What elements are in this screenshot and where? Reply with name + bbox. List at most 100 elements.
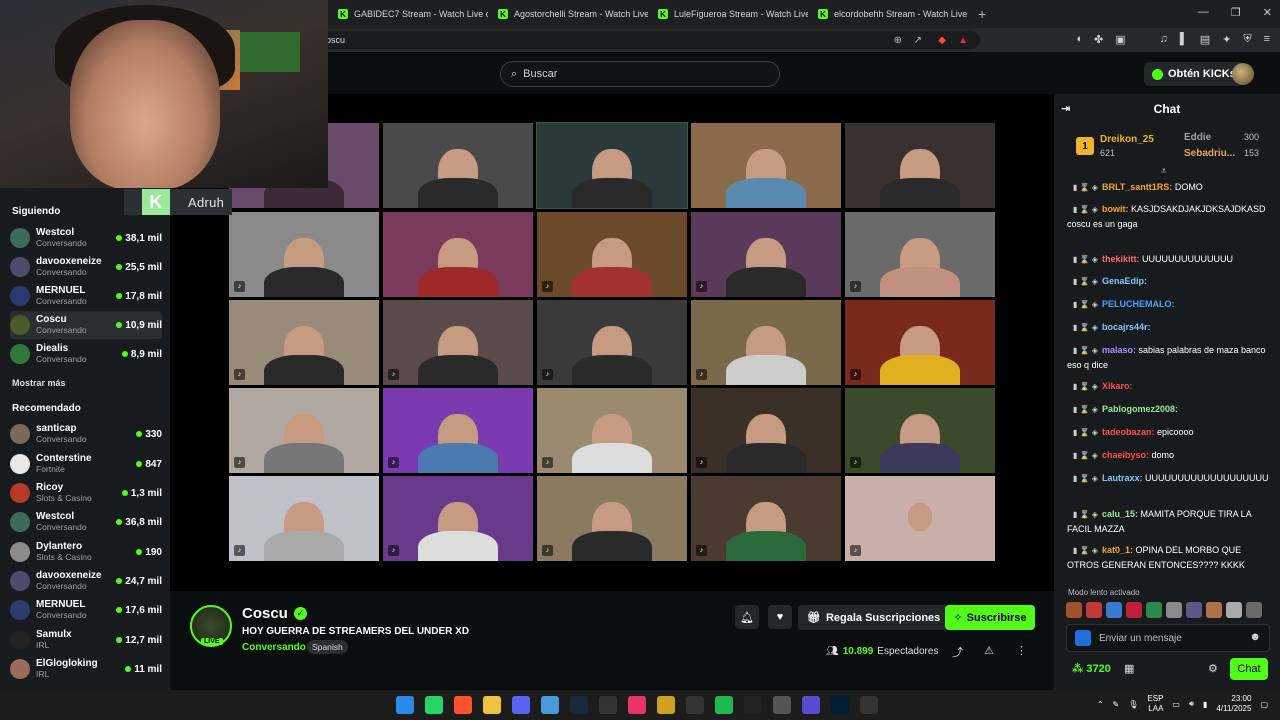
close-window-icon[interactable]: ✕ [1263, 6, 1272, 19]
emote-icon[interactable] [1246, 602, 1262, 618]
emote-icon[interactable] [1086, 602, 1102, 618]
sidebar-item-davooxeneize[interactable]: davooxeneize Conversando 25,5 mil [10, 253, 162, 281]
sidebar-item-ricoy[interactable]: Ricoy Slots & Casino 1,3 mil [10, 479, 162, 507]
mic-icon[interactable]: 🎙︎ [1128, 700, 1138, 709]
discord-icon[interactable] [512, 696, 530, 714]
app-icon[interactable] [860, 696, 878, 714]
chat-input[interactable] [1099, 632, 1239, 644]
sidebar-item-westcol-rec[interactable]: Westcol Conversando 36,8 mil [10, 508, 162, 536]
chevron-up-icon[interactable]: ⌃ [1097, 700, 1104, 709]
app-icon[interactable] [773, 696, 791, 714]
sidebar-item-diealis[interactable]: Diealis Conversando 8,9 mil [10, 340, 162, 368]
subscribe-button[interactable]: ✧ Suscribirse [945, 605, 1035, 630]
expand-leaderboard-icon[interactable]: ⩡ [1161, 166, 1167, 177]
obs-icon[interactable] [802, 696, 820, 714]
photoshop-icon[interactable] [831, 696, 849, 714]
sidebar-item-coscu[interactable]: Coscu Conversando 10,9 mil [10, 311, 162, 339]
browser-tab[interactable]: Kelcordobehh Stream - Watch Live on✕ [808, 0, 968, 28]
chat-username[interactable]: GenaEdip: [1102, 276, 1147, 286]
capcut-icon[interactable] [686, 696, 704, 714]
show-more-link[interactable]: Mostrar más [12, 378, 66, 388]
chat-send-button[interactable]: Chat [1230, 658, 1268, 680]
user-avatar[interactable] [1232, 63, 1254, 85]
search-input[interactable] [523, 68, 764, 80]
notifications-icon[interactable]: ▢ [1260, 700, 1268, 709]
share-icon[interactable]: ⤴ [952, 644, 963, 660]
emote-icon[interactable] [1146, 602, 1162, 618]
sidebar-item-davooxeneize-rec[interactable]: davooxeneize Conversando 24,7 mil [10, 567, 162, 595]
vpn-icon[interactable]: ⛨ [1243, 33, 1251, 46]
audio-icon[interactable]: ◖ [1075, 33, 1082, 46]
streamer-name[interactable]: Coscu ✓ [242, 605, 307, 622]
emote-icon[interactable] [1106, 602, 1122, 618]
new-tab-button[interactable]: + [968, 6, 996, 22]
chat-username[interactable]: kat0_1: [1102, 545, 1133, 555]
notifications-button[interactable]: 🔔︎ [735, 605, 759, 629]
maximize-icon[interactable]: ❐ [1231, 6, 1241, 19]
menu-icon[interactable]: ≡ [1264, 33, 1270, 46]
more-options-icon[interactable]: ⋮ [1016, 644, 1027, 657]
chat-username[interactable]: chaeibyso: [1102, 450, 1149, 460]
search-box[interactable]: ⌕ [500, 61, 780, 87]
app-icon[interactable] [599, 696, 617, 714]
tiktok-icon[interactable] [744, 696, 762, 714]
music-icon[interactable]: ♫ [1160, 33, 1168, 46]
emote-icon[interactable] [1206, 602, 1222, 618]
whatsapp-icon[interactable] [425, 696, 443, 714]
brave-icon[interactable] [454, 696, 472, 714]
brave-rewards-icon[interactable]: ▲ [958, 35, 968, 46]
chat-username[interactable]: Xikaro: [1102, 381, 1133, 391]
chat-username[interactable]: BRLT_santt1RS: [1102, 182, 1172, 192]
pen-icon[interactable]: ✎ [1113, 700, 1120, 709]
gift-subs-button[interactable]: 🎁︎ Regala Suscripciones [798, 605, 950, 630]
volume-icon[interactable]: 🔊︎ [1189, 699, 1194, 709]
kicks-balance[interactable]: ⁂ 3720 [1072, 662, 1111, 675]
browser-tab[interactable]: KGABIDEC7 Stream - Watch Live on Ki✕ [328, 0, 488, 28]
sidebar-item-westcol[interactable]: Westcol Conversando 38,1 mil [10, 224, 162, 252]
spotify-icon[interactable] [715, 696, 733, 714]
steam-icon[interactable] [570, 696, 588, 714]
store-icon[interactable]: ▦ [1124, 662, 1134, 675]
language-tag[interactable]: Spanish [307, 640, 348, 654]
sidebar-icon[interactable]: ▌ [1180, 33, 1188, 46]
settings-icon[interactable]: ⚙ [1208, 662, 1218, 675]
browser-tab[interactable]: KLuleFigueroa Stream - Watch Live on✕ [648, 0, 808, 28]
sidebar-item-samulx[interactable]: Samulx IRL 12,7 mil [10, 626, 162, 654]
battery-icon[interactable]: ▮ [1203, 700, 1207, 709]
share-icon[interactable]: ↗ [914, 35, 922, 46]
chat-username[interactable]: Pablogomez2008: [1102, 404, 1178, 414]
wallet-icon[interactable]: ▤ [1200, 33, 1210, 46]
follow-button[interactable]: ♥ [768, 605, 792, 629]
emote-icon[interactable] [1186, 602, 1202, 618]
emote-icon[interactable] [1166, 602, 1182, 618]
minimize-icon[interactable]: — [1198, 6, 1209, 19]
chat-username[interactable]: malaso: [1102, 345, 1136, 355]
sidebar-item-santicap[interactable]: santicap Conversando 330 [10, 420, 162, 448]
screenshot-icon[interactable]: ▣ [1115, 33, 1125, 46]
emoji-icon[interactable]: ☻ [1249, 631, 1261, 643]
brave-shield-icon[interactable]: ◆ [938, 35, 946, 46]
tiktok-app-icon[interactable] [628, 696, 646, 714]
folder-icon[interactable] [483, 696, 501, 714]
report-icon[interactable]: ⚠ [984, 644, 994, 657]
language-indicator[interactable]: ESP LAA [1147, 694, 1163, 714]
zoom-icon[interactable]: ⊕ [894, 35, 902, 46]
browser-tab[interactable]: KAgostorchelli Stream - Watch Live on✕ [488, 0, 648, 28]
sidebar-item-mernuel[interactable]: MERNUEL Conversando 17,8 mil [10, 282, 162, 310]
emote-icon[interactable] [1226, 602, 1242, 618]
emote-picker-icon[interactable] [1075, 630, 1091, 646]
sidebar-item-elglogloking[interactable]: ElGlogloking IRL 11 mil [10, 655, 162, 683]
clock[interactable]: 23:00 4/11/2025 [1216, 694, 1251, 714]
photos-icon[interactable] [541, 696, 559, 714]
get-kicks-button[interactable]: Obtén KICKs [1144, 62, 1244, 86]
emote-icon[interactable] [1066, 602, 1082, 618]
chat-username[interactable]: tadeobazan: [1102, 427, 1155, 437]
sidebar-item-conterstine[interactable]: Conterstine Fortnite 847 [10, 450, 162, 478]
collapse-chat-icon[interactable]: ⇥ [1061, 102, 1070, 115]
chat-username[interactable]: bocajrs44r: [1102, 322, 1151, 332]
chat-username[interactable]: calu_15: [1102, 509, 1138, 519]
chat-username[interactable]: bowit: [1102, 204, 1129, 214]
puzzle-icon[interactable]: ✤ [1094, 33, 1103, 46]
leo-icon[interactable]: ✦ [1222, 33, 1231, 46]
chat-username[interactable]: PELUCHEMALO: [1102, 299, 1175, 309]
